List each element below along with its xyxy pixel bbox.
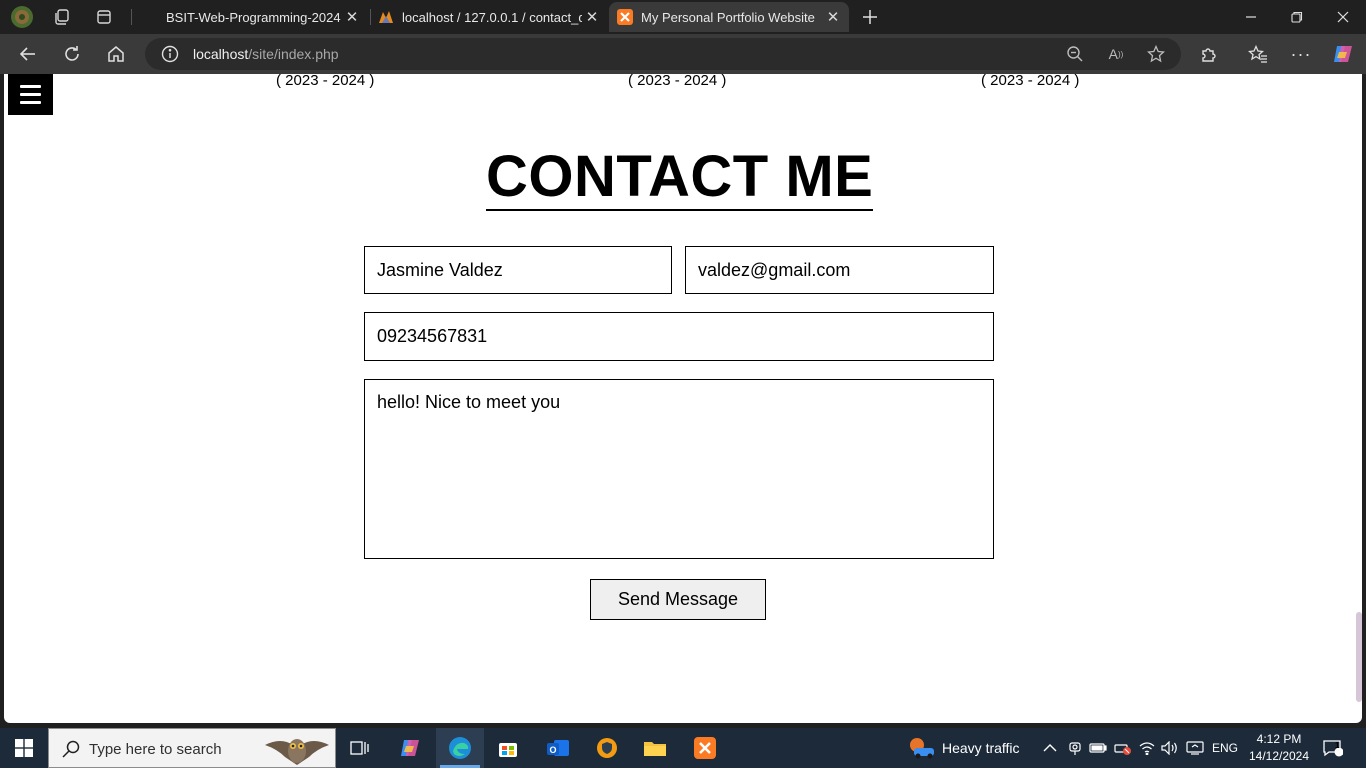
- hamburger-menu-icon[interactable]: [8, 74, 53, 115]
- favorite-star-icon[interactable]: [1146, 44, 1166, 64]
- xampp-app-icon[interactable]: [681, 728, 729, 768]
- clock-date: 14/12/2024: [1248, 749, 1310, 763]
- owl-highlight-icon: [265, 739, 329, 765]
- volume-icon[interactable]: [1161, 728, 1179, 768]
- task-view-icon[interactable]: [336, 728, 384, 768]
- blank-favicon-icon: [142, 9, 158, 25]
- copilot-app-icon[interactable]: [386, 728, 434, 768]
- message-field[interactable]: hello! Nice to meet you: [364, 379, 994, 559]
- vpn-shield-icon[interactable]: [583, 728, 631, 768]
- taskbar-clock[interactable]: 4:12 PM 14/12/2024: [1246, 731, 1312, 765]
- education-year: ( 2023 - 2024 ): [628, 74, 727, 89]
- phone-field[interactable]: [364, 312, 994, 361]
- notifications-icon[interactable]: 1: [1323, 728, 1343, 768]
- taskbar-search-box[interactable]: Type here to search: [48, 728, 336, 768]
- battery-icon[interactable]: [1089, 728, 1107, 768]
- tab-actions-icon[interactable]: [91, 4, 117, 30]
- tab-phpmyadmin[interactable]: localhost / 127.0.0.1 / contact_db ✕: [370, 2, 608, 32]
- restore-button[interactable]: [1274, 0, 1320, 34]
- education-year: ( 2023 - 2024 ): [981, 74, 1080, 89]
- url-text[interactable]: localhost/site/index.php: [193, 46, 339, 62]
- file-explorer-icon[interactable]: [631, 728, 679, 768]
- address-bar[interactable]: localhost/site/index.php A)): [145, 38, 1181, 70]
- extensions-icon[interactable]: [1196, 41, 1222, 67]
- favorites-icon[interactable]: [1245, 41, 1271, 67]
- close-window-button[interactable]: [1320, 0, 1366, 34]
- profile-avatar-icon[interactable]: [9, 4, 35, 30]
- url-path: /site/index.php: [248, 46, 339, 62]
- tab-title: My Personal Portfolio Website: [641, 9, 815, 25]
- search-placeholder: Type here to search: [89, 741, 222, 758]
- close-icon[interactable]: ✕: [342, 8, 362, 26]
- phpmyadmin-icon: [378, 9, 394, 25]
- weather-widget[interactable]: Heavy traffic: [908, 728, 1020, 768]
- page-viewport: ( 2023 - 2024 ) ( 2023 - 2024 ) ( 2023 -…: [4, 74, 1362, 723]
- tab-github-repo[interactable]: BSIT-Web-Programming-2024 rep ✕: [134, 2, 368, 32]
- notification-count: 1: [1335, 741, 1340, 750]
- education-year: ( 2023 - 2024 ): [276, 74, 375, 89]
- refresh-icon[interactable]: [59, 41, 85, 67]
- page-scrollbar[interactable]: [1356, 612, 1362, 702]
- email-field[interactable]: [685, 246, 994, 294]
- clock-time: 4:12 PM: [1256, 732, 1302, 746]
- microsoft-store-icon[interactable]: [484, 728, 532, 768]
- read-aloud-icon[interactable]: A)): [1106, 44, 1126, 64]
- edge-app-icon[interactable]: [436, 728, 484, 768]
- copilot-icon[interactable]: [1330, 41, 1356, 67]
- weather-text: Heavy traffic: [942, 740, 1020, 756]
- name-field[interactable]: [364, 246, 672, 294]
- browser-tab-strip: BSIT-Web-Programming-2024 rep ✕ localhos…: [0, 0, 1366, 34]
- display-icon[interactable]: [1186, 728, 1204, 768]
- tab-divider: [131, 9, 132, 25]
- more-menu-icon[interactable]: ···: [1288, 41, 1314, 67]
- network-alert-icon[interactable]: [1114, 728, 1132, 768]
- tab-title: BSIT-Web-Programming-2024 rep: [166, 9, 342, 25]
- url-host: localhost: [193, 46, 249, 62]
- xampp-icon: [617, 9, 633, 25]
- outlook-icon[interactable]: O: [534, 728, 582, 768]
- wifi-icon[interactable]: [1139, 728, 1155, 768]
- meet-now-icon[interactable]: [1068, 728, 1082, 768]
- minimize-button[interactable]: [1228, 0, 1274, 34]
- windows-taskbar: Type here to search O Heavy traffic ENG …: [0, 728, 1366, 768]
- search-icon: [62, 740, 80, 758]
- close-icon[interactable]: ✕: [582, 8, 602, 26]
- send-message-button[interactable]: Send Message: [590, 579, 766, 620]
- browser-toolbar: localhost/site/index.php A)) ···: [0, 34, 1366, 74]
- back-arrow-icon[interactable]: [15, 41, 41, 67]
- show-hidden-icons[interactable]: [1043, 728, 1057, 768]
- svg-text:O: O: [549, 745, 556, 755]
- traffic-car-icon: [910, 738, 934, 759]
- language-indicator[interactable]: ENG: [1212, 728, 1238, 768]
- workspaces-icon[interactable]: [49, 4, 75, 30]
- contact-heading: CONTACT ME: [486, 144, 874, 211]
- close-icon[interactable]: ✕: [823, 8, 843, 26]
- zoom-out-icon[interactable]: [1065, 44, 1085, 64]
- tab-portfolio[interactable]: My Personal Portfolio Website ✕: [609, 2, 849, 32]
- tab-title: localhost / 127.0.0.1 / contact_db: [402, 9, 582, 25]
- new-tab-icon[interactable]: [857, 4, 883, 30]
- site-info-icon[interactable]: [161, 45, 179, 63]
- windows-start-icon[interactable]: [0, 728, 48, 768]
- home-icon[interactable]: [103, 41, 129, 67]
